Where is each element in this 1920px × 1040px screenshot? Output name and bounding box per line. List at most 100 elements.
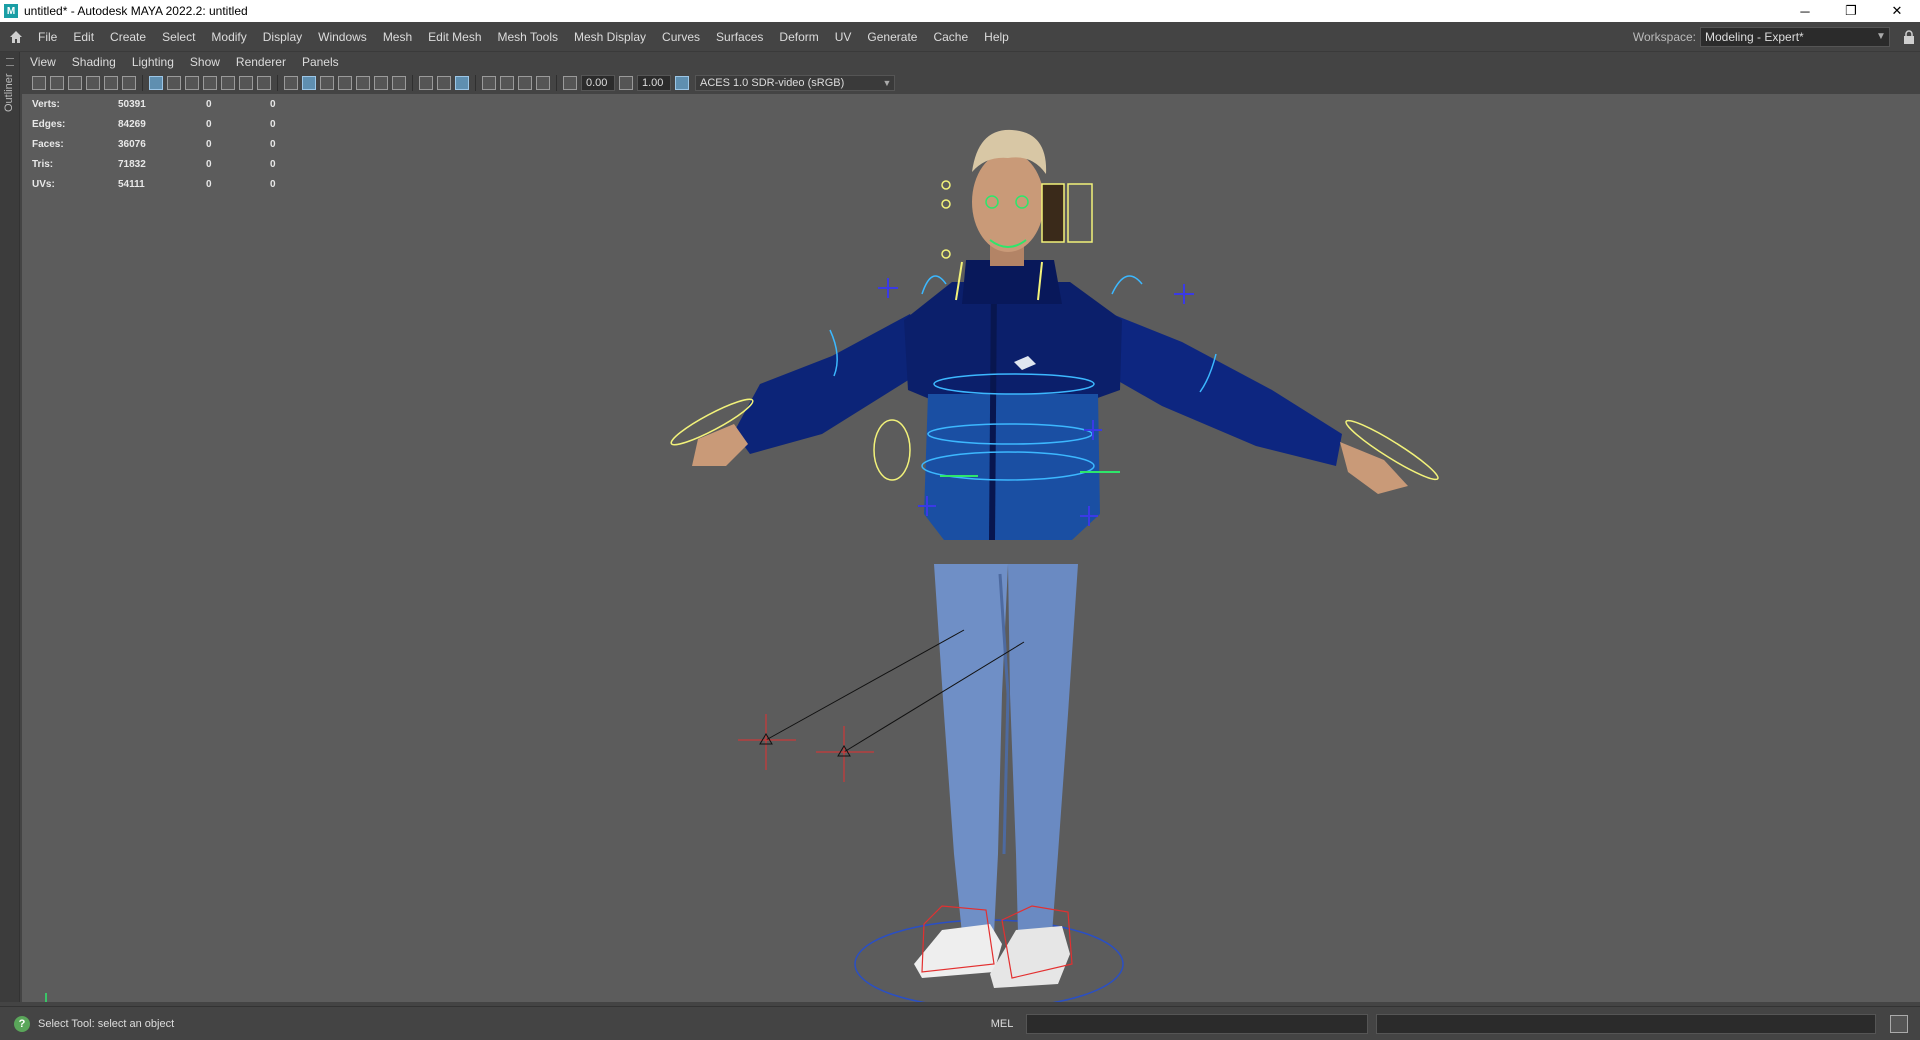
character-scene[interactable] (22, 94, 1920, 1002)
wireframe-on-shaded-icon[interactable] (338, 76, 352, 90)
knee-guide-line (765, 629, 965, 741)
menu-uv[interactable]: UV (827, 22, 860, 52)
safe-action-icon[interactable] (239, 76, 253, 90)
jacket-collar (962, 260, 1062, 304)
panel-menu-view[interactable]: View (22, 55, 64, 69)
menu-edit-mesh[interactable]: Edit Mesh (420, 22, 489, 52)
menu-select[interactable]: Select (154, 22, 203, 52)
menu-edit[interactable]: Edit (65, 22, 102, 52)
grid-icon[interactable] (149, 76, 163, 90)
grease-pencil-icon[interactable] (122, 76, 136, 90)
workspace-label: Workspace: (1632, 29, 1696, 44)
field-chart-icon[interactable] (221, 76, 235, 90)
film-gate-icon[interactable] (167, 76, 181, 90)
right-leg (1008, 564, 1078, 934)
outliner-tab[interactable]: Outliner (0, 52, 20, 1002)
hip-ik-control (873, 419, 911, 481)
title-bar: M untitled* - Autodesk MAYA 2022.2: unti… (0, 0, 1920, 22)
face-panel-control (1067, 183, 1093, 243)
toolbar-separator (475, 75, 476, 91)
grip-icon[interactable] (6, 58, 14, 66)
right-shoe (990, 926, 1070, 988)
exposure-field[interactable]: 0.00 (581, 75, 615, 91)
left-arm (734, 314, 934, 454)
wireframe-icon[interactable] (284, 76, 298, 90)
workspace-value: Modeling - Expert* (1705, 29, 1804, 44)
main-menu-bar: File Edit Create Select Modify Display W… (0, 22, 1920, 52)
menu-windows[interactable]: Windows (310, 22, 375, 52)
panel-menu-shading[interactable]: Shading (64, 55, 124, 69)
gamma-icon[interactable] (619, 76, 633, 90)
jacket-lower (924, 394, 1100, 540)
panel-menu-renderer[interactable]: Renderer (228, 55, 294, 69)
resolution-gate-icon[interactable] (185, 76, 199, 90)
axis-gizmo-icon (45, 993, 47, 1002)
window-title: untitled* - Autodesk MAYA 2022.2: untitl… (24, 4, 248, 18)
script-language-toggle[interactable]: MEL (978, 1018, 1026, 1030)
toolbar-separator (556, 75, 557, 91)
textured-icon[interactable] (356, 76, 370, 90)
2d-pan-zoom-icon[interactable] (104, 76, 118, 90)
color-management-icon[interactable] (675, 76, 689, 90)
menu-create[interactable]: Create (102, 22, 154, 52)
safe-title-icon[interactable] (257, 76, 271, 90)
bookmark-icon[interactable] (68, 76, 82, 90)
gate-mask-icon[interactable] (203, 76, 217, 90)
color-space-value: ACES 1.0 SDR-video (sRGB) (700, 77, 845, 89)
3d-viewport[interactable]: Verts: 50391 0 0 Edges: 84269 0 0 Faces:… (22, 94, 1920, 1002)
xray-icon[interactable] (500, 76, 514, 90)
exposure-icon[interactable] (563, 76, 577, 90)
shadows-icon[interactable] (392, 76, 406, 90)
right-arm (1092, 314, 1342, 466)
close-button[interactable]: ✕ (1874, 0, 1920, 22)
home-icon[interactable] (2, 23, 30, 51)
menu-deform[interactable]: Deform (771, 22, 826, 52)
viewport-panel: View Shading Lighting Show Renderer Pane… (22, 52, 1920, 1002)
menu-modify[interactable]: Modify (203, 22, 254, 52)
select-camera-icon[interactable] (32, 76, 46, 90)
menu-surfaces[interactable]: Surfaces (708, 22, 771, 52)
use-all-lights-icon[interactable] (374, 76, 388, 90)
maya-app-icon: M (4, 4, 18, 18)
chevron-down-icon: ▼ (882, 78, 892, 88)
panel-menu-show[interactable]: Show (182, 55, 228, 69)
motion-blur-icon[interactable] (437, 76, 451, 90)
panel-menu-panels[interactable]: Panels (294, 55, 347, 69)
command-line-output (1376, 1013, 1876, 1034)
outliner-label: Outliner (3, 73, 15, 112)
menu-mesh-display[interactable]: Mesh Display (566, 22, 654, 52)
menu-mesh-tools[interactable]: Mesh Tools (490, 22, 566, 52)
face-panel-control (1041, 183, 1065, 243)
right-hand (1340, 442, 1408, 494)
isolate-select-icon[interactable] (482, 76, 496, 90)
default-material-icon[interactable] (320, 76, 334, 90)
menu-curves[interactable]: Curves (654, 22, 708, 52)
menu-file[interactable]: File (30, 22, 65, 52)
ambient-occlusion-icon[interactable] (419, 76, 433, 90)
knee-locator (738, 714, 874, 782)
lock-icon[interactable] (1898, 29, 1920, 44)
script-editor-icon[interactable] (1890, 1014, 1908, 1033)
panel-menu-bar: View Shading Lighting Show Renderer Pane… (22, 52, 1920, 72)
menu-help[interactable]: Help (976, 22, 1017, 52)
help-icon: ? (14, 1015, 30, 1032)
restore-button[interactable]: ❐ (1828, 0, 1874, 22)
xray-active-icon[interactable] (518, 76, 532, 90)
menu-generate[interactable]: Generate (859, 22, 925, 52)
menu-display[interactable]: Display (255, 22, 310, 52)
xray-joints-icon[interactable] (536, 76, 550, 90)
menu-mesh[interactable]: Mesh (375, 22, 420, 52)
menu-cache[interactable]: Cache (925, 22, 976, 52)
image-plane-icon[interactable] (86, 76, 100, 90)
smooth-shade-icon[interactable] (302, 76, 316, 90)
color-space-dropdown[interactable]: ACES 1.0 SDR-video (sRGB) ▼ (695, 75, 895, 91)
gamma-field[interactable]: 1.00 (637, 75, 671, 91)
help-line-text: Select Tool: select an object (38, 1017, 175, 1030)
camera-attributes-icon[interactable] (50, 76, 64, 90)
command-line-input[interactable] (1026, 1013, 1368, 1034)
minimize-button[interactable]: ─ (1782, 0, 1828, 22)
workspace-dropdown[interactable]: Modeling - Expert* ▼ (1700, 26, 1890, 47)
panel-menu-lighting[interactable]: Lighting (124, 55, 182, 69)
status-bar: ? Select Tool: select an object MEL (0, 1006, 1920, 1040)
anti-aliasing-icon[interactable] (455, 76, 469, 90)
